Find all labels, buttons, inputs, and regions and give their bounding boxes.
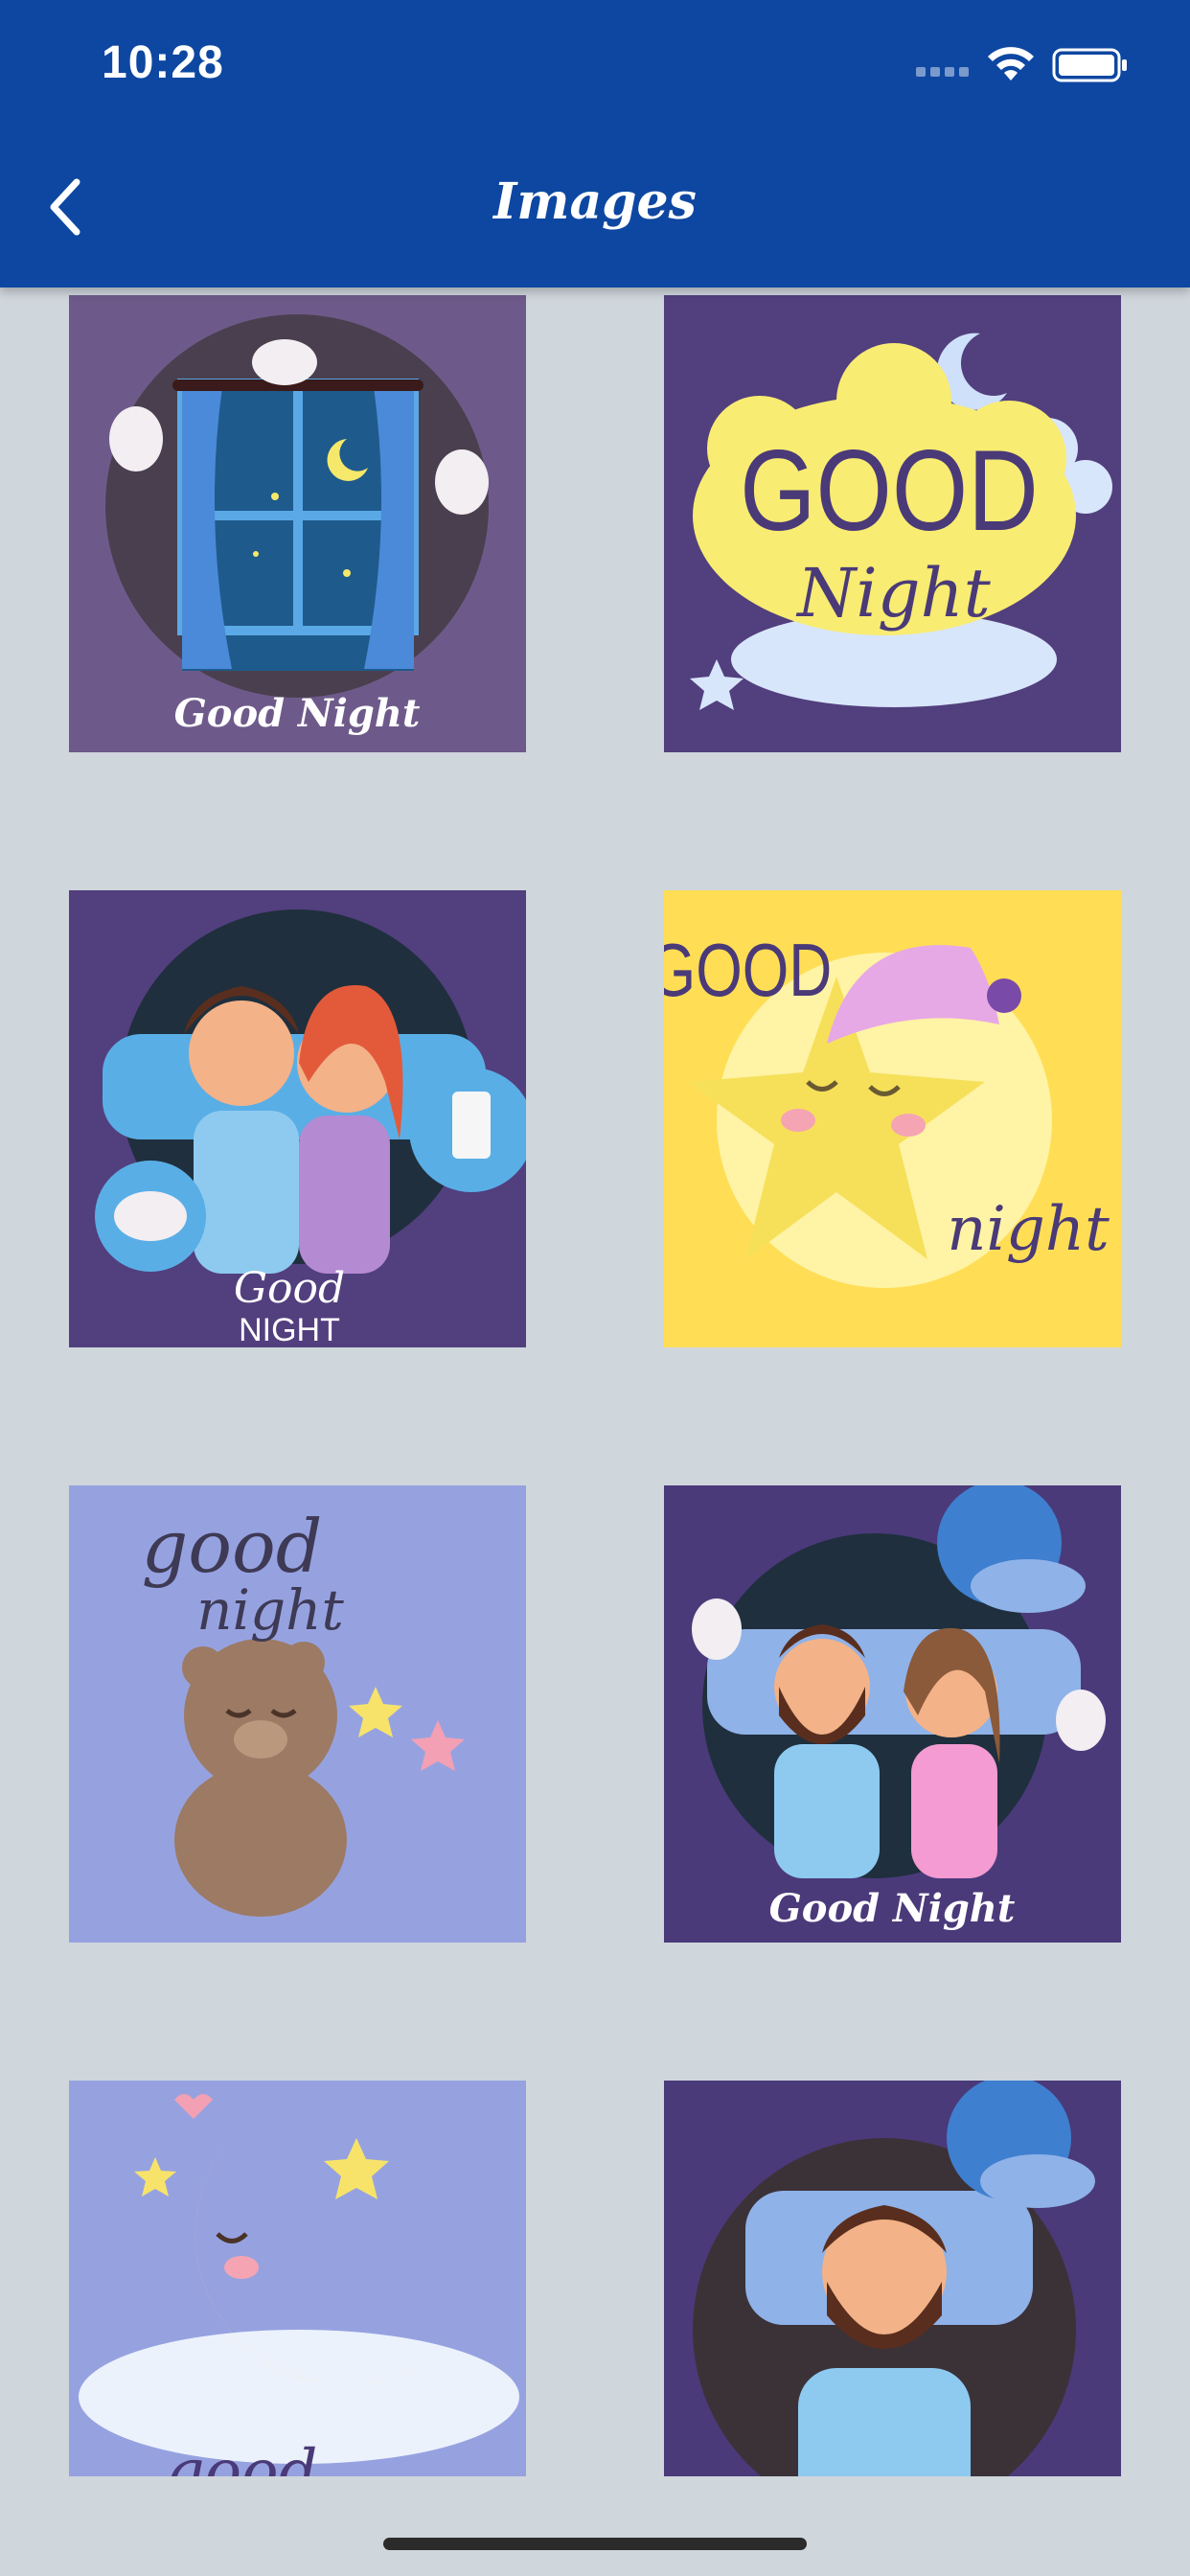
wifi-icon	[988, 47, 1034, 80]
good-night-window-illustration: Good Night	[69, 295, 526, 752]
svg-text:GOOD: GOOD	[664, 928, 832, 1011]
gallery-image-5[interactable]: good night	[69, 1485, 526, 1943]
battery-icon	[1052, 48, 1127, 82]
gallery-image-1[interactable]: Good Night	[69, 295, 526, 752]
good-night-cloud-illustration: GOOD Night	[664, 295, 1121, 752]
svg-text:NIGHT: NIGHT	[239, 1312, 340, 1347]
svg-text:good: good	[142, 1504, 323, 1589]
status-time: 10:28	[102, 37, 224, 88]
good-night-couple-illustration: Good NIGHT	[69, 890, 526, 1347]
app-header: 10:28 Images	[0, 0, 1190, 288]
good-night-man-illustration: Good Night	[664, 2081, 1121, 2476]
good-night-couple-moon-illustration: Good Night	[664, 1485, 1121, 1943]
page-title: Images	[493, 172, 697, 231]
signal-icon	[916, 65, 970, 79]
gallery-image-8[interactable]: Good Night	[664, 2081, 1121, 2476]
svg-text:Night: Night	[795, 554, 992, 632]
good-night-teddy-illustration: good night	[69, 1485, 526, 1943]
svg-text:Good Night: Good Night	[174, 691, 421, 736]
home-indicator	[383, 2538, 807, 2550]
good-night-moon-illustration: good night	[69, 2081, 526, 2476]
gallery-image-2[interactable]: GOOD Night	[664, 295, 1121, 752]
gallery-image-6[interactable]: Good Night	[664, 1485, 1121, 1943]
gallery-image-7[interactable]: good night	[69, 2081, 526, 2476]
svg-text:night: night	[947, 1194, 1110, 1265]
svg-text:Good Night: Good Night	[769, 1886, 1016, 1931]
svg-text:good: good	[166, 2437, 318, 2476]
gallery-image-3[interactable]: Good NIGHT	[69, 890, 526, 1347]
svg-text:Good: Good	[234, 1264, 345, 1313]
good-night-star-illustration: GOOD night	[664, 890, 1121, 1347]
gallery-image-4[interactable]: GOOD night	[664, 890, 1121, 1347]
svg-text:night: night	[196, 1577, 344, 1643]
svg-text:GOOD: GOOD	[740, 426, 1039, 555]
